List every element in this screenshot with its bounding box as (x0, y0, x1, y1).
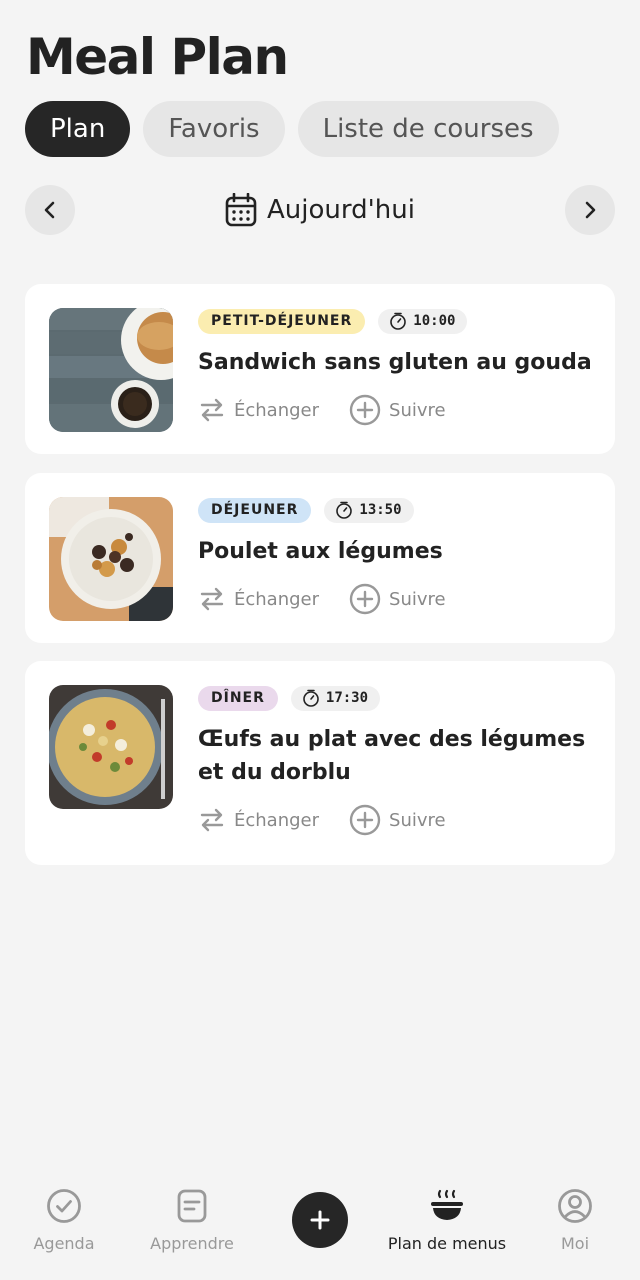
plus-circle-icon (349, 394, 381, 426)
swap-button[interactable]: Échanger (198, 806, 319, 834)
swap-icon (200, 587, 224, 611)
swap-button[interactable]: Échanger (198, 585, 319, 613)
swap-icon (200, 808, 224, 832)
track-label: Suivre (389, 588, 446, 610)
meal-photo (49, 685, 173, 809)
nav-plan-de-menus[interactable]: Plan de menus (383, 1188, 511, 1253)
date-navigator: Aujourd'hui (25, 185, 615, 235)
current-date[interactable]: Aujourd'hui (25, 185, 615, 235)
nav-label: Plan de menus (387, 1234, 507, 1253)
stopwatch-icon (390, 312, 407, 330)
swap-button[interactable]: Échanger (198, 396, 319, 424)
next-day-button[interactable] (565, 185, 615, 235)
nav-moi[interactable]: Moi (511, 1188, 639, 1253)
track-label: Suivre (389, 809, 446, 831)
page-title: Meal Plan (26, 28, 289, 86)
track-button[interactable]: Suivre (349, 394, 446, 426)
meal-photo (49, 497, 173, 621)
meal-time: 17:30 (325, 690, 369, 706)
meal-card-dinner[interactable]: DÎNER 17:30 Œufs au plat avec des légume… (25, 661, 615, 865)
nav-label: Apprendre (150, 1234, 234, 1253)
stopwatch-icon (303, 689, 319, 707)
nav-label: Agenda (33, 1234, 95, 1253)
track-button[interactable]: Suivre (349, 804, 446, 836)
bowl-icon (431, 1189, 463, 1220)
nav-apprendre[interactable]: Apprendre (128, 1188, 256, 1253)
meal-name[interactable]: Œufs au plat avec des légumes et du dorb… (198, 723, 595, 789)
meal-category-badge: DÉJEUNER (198, 497, 312, 523)
check-circle-icon (47, 1189, 81, 1223)
tab-favoris[interactable]: Favoris (143, 101, 285, 157)
swap-label: Échanger (234, 809, 320, 831)
track-button[interactable]: Suivre (349, 583, 446, 615)
tab-bar: Plan Favoris Liste de courses (25, 101, 559, 157)
user-circle-icon (558, 1189, 592, 1223)
swap-label: Échanger (234, 588, 320, 610)
meal-category-badge: DÎNER (198, 685, 278, 711)
meal-time: 13:50 (359, 502, 402, 518)
swap-icon (200, 398, 224, 422)
meal-card-lunch[interactable]: DÉJEUNER 13:50 Poulet aux légumes Échang… (25, 473, 615, 643)
meal-time: 10:00 (413, 313, 456, 329)
track-label: Suivre (389, 399, 446, 421)
add-button[interactable] (292, 1192, 348, 1248)
meal-time-badge: 13:50 (324, 497, 414, 523)
date-label: Aujourd'hui (267, 195, 415, 225)
meal-card-breakfast[interactable]: PETIT-DÉJEUNER 10:00 Sandwich sans glute… (25, 284, 615, 454)
meal-photo (49, 308, 173, 432)
document-icon (177, 1189, 207, 1223)
nav-label: Moi (560, 1234, 590, 1253)
plus-circle-icon (349, 804, 381, 836)
bottom-navigation: Agenda Apprendre Plan de menus Moi (0, 1168, 640, 1280)
meal-name[interactable]: Sandwich sans gluten au gouda (198, 346, 595, 379)
meal-category-badge: PETIT-DÉJEUNER (198, 308, 366, 334)
plus-icon (310, 1210, 330, 1230)
nav-agenda[interactable]: Agenda (0, 1188, 128, 1253)
tab-liste-de-courses[interactable]: Liste de courses (297, 101, 559, 157)
stopwatch-icon (336, 501, 353, 519)
meal-time-badge: 10:00 (378, 308, 468, 334)
tab-plan[interactable]: Plan (25, 101, 131, 157)
calendar-icon (225, 193, 257, 227)
plus-circle-icon (349, 583, 381, 615)
chevron-right-icon (585, 201, 596, 219)
meal-name[interactable]: Poulet aux légumes (198, 535, 595, 568)
meal-time-badge: 17:30 (290, 685, 381, 711)
swap-label: Échanger (234, 399, 320, 421)
